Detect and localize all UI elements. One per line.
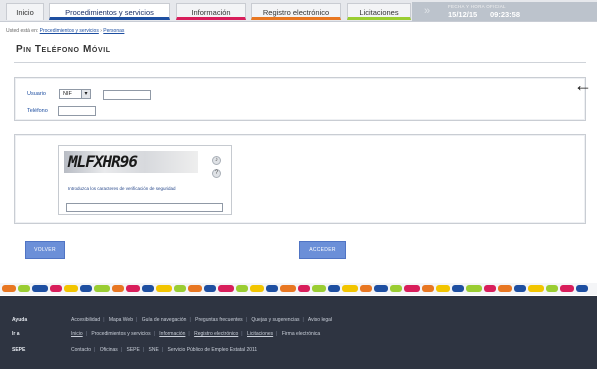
footer-head-ayuda: Ayuda: [12, 317, 28, 323]
clock-label: FECHA Y HORA OFICIAL: [448, 4, 506, 9]
clock-arrow-icon: »: [424, 5, 431, 17]
decorative-strip: [0, 283, 597, 295]
footer-link-accesibilidad[interactable]: Accesibilidad: [71, 317, 100, 323]
page-title: Pin Teléfono Móvil: [16, 44, 111, 55]
tab-registro[interactable]: Registro electrónico: [251, 3, 341, 20]
official-clock: » FECHA Y HORA OFICIAL 15/12/15 09:23:58: [412, 2, 597, 21]
footer-head-sepe: SEPE: [12, 347, 26, 353]
credentials-panel: [14, 77, 586, 121]
footer-link-firma[interactable]: Firma electrónica: [282, 331, 320, 337]
phone-input[interactable]: [58, 106, 96, 116]
captcha-input[interactable]: [66, 203, 223, 212]
footer-copyright: Servicio Público de Empleo Estatal 2011: [167, 347, 258, 353]
captcha-text: MLFXHR96: [68, 152, 138, 171]
tab-licitaciones[interactable]: Licitaciones: [347, 3, 411, 20]
clock-time: 09:23:58: [490, 10, 521, 19]
breadcrumb: Usted está en: Procedimientos y servicio…: [6, 28, 125, 34]
footer-link-licitaciones[interactable]: Licitaciones: [247, 331, 273, 337]
breadcrumb-procedimientos[interactable]: Procedimientos y servicios: [40, 28, 99, 34]
audio-icon[interactable]: ♪: [212, 156, 221, 165]
footer-link-quejas[interactable]: Quejas y sugerencias: [251, 317, 299, 323]
footer-link-oficinas[interactable]: Oficinas: [100, 347, 118, 353]
footer-link-guia[interactable]: Guía de navegación: [142, 317, 187, 323]
captcha-image: MLFXHR96: [64, 151, 198, 173]
footer-link-procedimientos[interactable]: Procedimientos y servicios: [91, 331, 150, 337]
title-divider: [14, 62, 586, 63]
arrow-left-icon: ←: [574, 75, 592, 95]
breadcrumb-prefix: Usted está en:: [6, 28, 39, 34]
footer-link-mapa-web[interactable]: Mapa Web: [109, 317, 133, 323]
user-label: Usuario: [27, 91, 46, 97]
footer-head-ir-a: Ir a: [12, 331, 20, 337]
footer-link-contacto[interactable]: Contacto: [71, 347, 91, 353]
help-icon[interactable]: ?: [212, 169, 221, 178]
footer-link-preguntas[interactable]: Preguntas frecuentes: [195, 317, 243, 323]
id-type-value: NIF: [63, 91, 72, 97]
captcha-hint: Introduzca los caracteres de verificació…: [68, 186, 176, 191]
breadcrumb-personas[interactable]: Personas: [103, 28, 124, 34]
enter-button[interactable]: ACCEDER: [299, 241, 346, 259]
footer-link-sepe[interactable]: SEPE: [126, 347, 139, 353]
footer-link-informacion[interactable]: Información: [159, 331, 185, 337]
footer-link-sne[interactable]: SNE: [149, 347, 159, 353]
footer-link-inicio[interactable]: Inicio: [71, 331, 83, 337]
tab-inicio[interactable]: Inicio: [6, 3, 44, 20]
back-button[interactable]: VOLVER: [25, 241, 65, 259]
user-input[interactable]: [103, 90, 151, 100]
tab-informacion[interactable]: Información: [176, 3, 246, 20]
id-type-select[interactable]: NIF ▾: [59, 89, 91, 99]
top-navigation-bar: Inicio Procedimientos y servicios Inform…: [0, 0, 597, 22]
clock-date: 15/12/15: [448, 10, 478, 19]
chevron-down-icon: ▾: [81, 90, 90, 98]
footer-link-aviso-legal[interactable]: Aviso legal: [308, 317, 332, 323]
phone-label: Teléfono: [27, 108, 48, 114]
tab-procedimientos[interactable]: Procedimientos y servicios: [49, 3, 170, 20]
footer-link-registro[interactable]: Registro electrónico: [194, 331, 238, 337]
